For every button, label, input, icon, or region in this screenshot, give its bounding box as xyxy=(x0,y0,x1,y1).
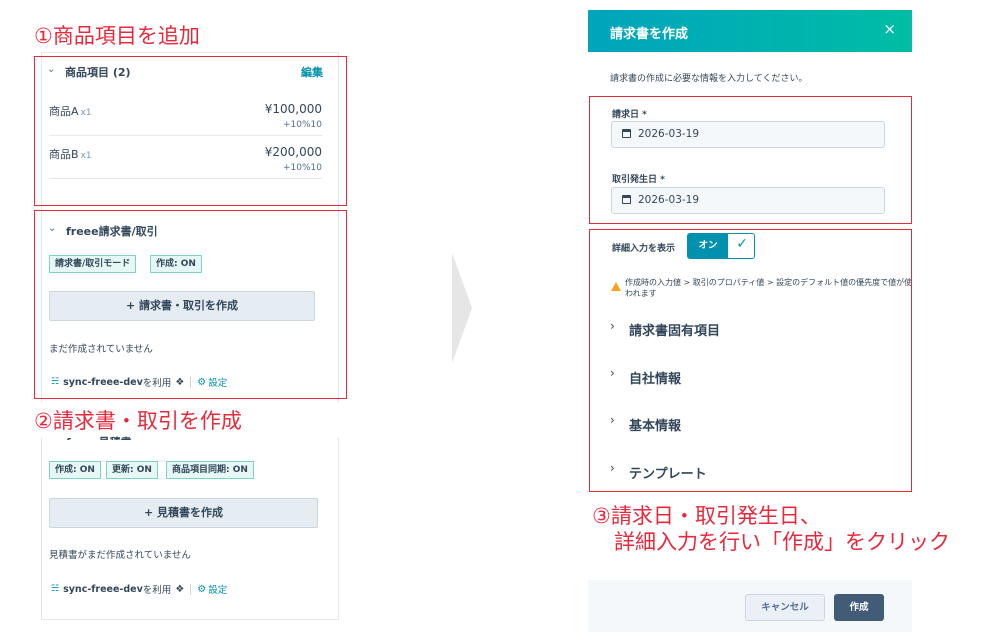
toggle-on-state: オン xyxy=(688,234,728,258)
create-on-tag: 作成: ON xyxy=(150,255,202,273)
divider xyxy=(49,135,322,136)
step1-annotation: ①商品項目を追加 xyxy=(34,24,200,48)
separator xyxy=(190,376,192,388)
step2-annotation: ②請求書・取引を作成 xyxy=(34,409,242,433)
empty-state-text: まだ作成されていません xyxy=(49,344,153,355)
step3-annotation-line2: 詳細入力を行い「作成」をクリック xyxy=(614,530,950,554)
priority-warning-text: 作成時の入力値 > 取引のプロパティ値 > 設定のデフォルト値の優先度で値が使わ… xyxy=(625,278,913,298)
gear-icon[interactable]: ⚙ xyxy=(197,377,206,388)
divider xyxy=(49,178,322,179)
modal-footer: キャンセル 作成 xyxy=(588,580,912,632)
sync-suffix: を利用 xyxy=(142,378,172,389)
info-icon[interactable]: ❖ xyxy=(175,584,184,595)
app-icon: ☵ xyxy=(51,377,60,387)
app-icon: ☵ xyxy=(51,584,60,594)
chevron-right-icon[interactable]: › xyxy=(610,366,615,380)
empty-state-text: 見積書がまだ作成されていません xyxy=(49,550,191,561)
sync-app-name: sync-freee-dev xyxy=(63,376,143,388)
line-sync-on-tag: 商品項目同期: ON xyxy=(166,461,254,479)
update-on-tag: 更新: ON xyxy=(106,461,158,479)
invoice-date-label: 請求日 * xyxy=(612,110,647,120)
edit-line-items-link[interactable]: 編集 xyxy=(301,64,323,80)
settings-link[interactable]: 設定 xyxy=(208,375,227,389)
create-button[interactable]: 作成 xyxy=(834,594,884,621)
sync-app-row: ☵ sync-freee-dev を利用 ❖ ⚙ 設定 xyxy=(51,582,227,596)
gear-icon[interactable]: ⚙ xyxy=(197,584,206,595)
settings-link[interactable]: 設定 xyxy=(208,582,227,596)
create-on-tag: 作成: ON xyxy=(49,461,101,479)
separator xyxy=(190,583,192,595)
info-icon[interactable]: ❖ xyxy=(175,377,184,388)
line-item-price: ¥200,000 xyxy=(264,145,322,159)
line-item-price: ¥100,000 xyxy=(264,102,322,116)
sync-suffix: を利用 xyxy=(142,585,172,596)
warning-icon xyxy=(611,282,621,291)
check-icon: ✓ xyxy=(736,236,748,252)
modal-header: 請求書を作成 × xyxy=(588,10,912,52)
chevron-down-icon[interactable]: ⌄ xyxy=(48,223,56,234)
flow-arrow-icon xyxy=(452,253,472,363)
section-invoice-specific[interactable]: 請求書固有項目 xyxy=(629,320,720,339)
transaction-date-label: 取引発生日 * xyxy=(612,175,665,185)
cancel-button[interactable]: キャンセル xyxy=(745,594,825,621)
section-basic-info[interactable]: 基本情報 xyxy=(629,415,681,434)
freee-invoice-title[interactable]: freee請求書/取引 xyxy=(66,223,158,239)
line-item-tax: +10%10 xyxy=(283,163,322,173)
detail-toggle[interactable]: オン ✓ xyxy=(687,233,755,259)
sync-app-name: sync-freee-dev xyxy=(63,583,143,595)
chevron-right-icon[interactable]: › xyxy=(610,461,615,475)
record-sidebar-card xyxy=(41,52,339,620)
chevron-right-icon[interactable]: › xyxy=(610,319,615,333)
chevron-down-icon[interactable]: ⌄ xyxy=(47,64,55,75)
calendar-icon xyxy=(622,129,631,138)
modal-description: 請求書の作成に必要な情報を入力してください。 xyxy=(610,74,808,84)
chevron-right-icon[interactable]: › xyxy=(610,413,615,427)
line-item-name: 商品A x1 xyxy=(49,105,92,118)
create-invoice-deal-button[interactable]: + 請求書・取引を作成 xyxy=(49,291,315,321)
line-items-title[interactable]: 商品項目 (2) xyxy=(65,64,131,80)
invoice-date-field[interactable]: 2026-03-19 xyxy=(611,121,885,148)
detail-toggle-label: 詳細入力を表示 xyxy=(612,244,676,254)
line-item-tax: +10%10 xyxy=(283,120,322,130)
create-estimate-button[interactable]: + 見積書を作成 xyxy=(49,498,318,528)
modal-body: 請求書の作成に必要な情報を入力してください。 請求日 * 2026-03-19 … xyxy=(588,52,912,492)
transaction-date-field[interactable]: 2026-03-19 xyxy=(611,187,885,214)
freee-estimate-title-partial[interactable]: freee見積書 xyxy=(66,434,132,440)
line-item-name: 商品B x1 xyxy=(49,148,92,161)
mode-tag: 請求書/取引モード xyxy=(49,255,137,273)
close-icon[interactable]: × xyxy=(883,20,896,38)
calendar-icon xyxy=(622,195,631,204)
section-company-info[interactable]: 自社情報 xyxy=(629,368,681,387)
sync-app-row: ☵ sync-freee-dev を利用 ❖ ⚙ 設定 xyxy=(51,375,227,389)
section-template[interactable]: テンプレート xyxy=(629,463,707,482)
step3-annotation-line1: ③請求日・取引発生日、 xyxy=(592,504,821,528)
modal-title: 請求書を作成 xyxy=(610,27,689,42)
